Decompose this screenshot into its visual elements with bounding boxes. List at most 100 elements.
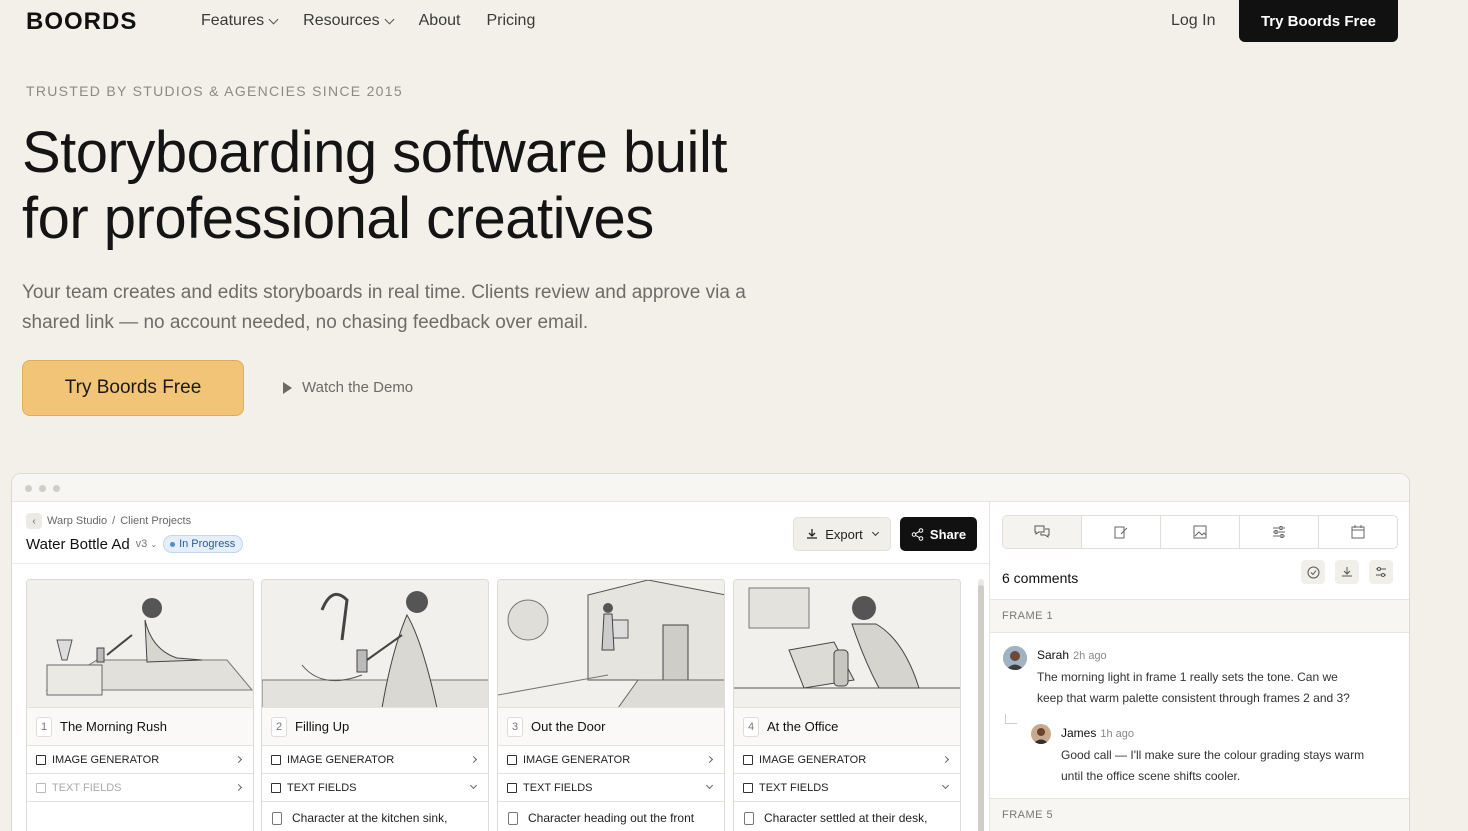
tab-schedule[interactable] [1319,516,1397,548]
frame-title-row[interactable]: 2 Filling Up [262,708,488,746]
tab-comments[interactable] [1003,516,1082,548]
frame-5-label: FRAME 5 [990,798,1409,831]
breadcrumb-studio[interactable]: Warp Studio [47,515,107,527]
comment-time: 1h ago [1100,728,1134,740]
version-selector[interactable]: v3 ⌄ [136,538,157,550]
calendar-icon [1351,525,1365,539]
frame-title-row[interactable]: 4 At the Office [734,708,960,746]
download-comments-button[interactable] [1335,560,1359,584]
chevron-right-icon [469,755,478,764]
chevron-right-icon [234,755,243,764]
chevron-right-icon [941,755,950,764]
frame-number: 3 [507,716,523,737]
hero-title-line-1: Storyboarding software built [22,120,727,185]
hero-title-line-2: for professional creatives [22,186,654,251]
nav-resources[interactable]: Resources [303,12,395,30]
breadcrumb-separator: / [112,515,116,527]
frame-note[interactable]: Character settled at their desk, [734,802,960,831]
hero-title: Storyboarding software built for profess… [22,120,842,252]
comment-tools [1301,560,1393,584]
comment-sarah[interactable]: Sarah 2h ago The morning light in frame 1… [1003,646,1403,709]
image-icon [507,754,517,765]
frame-card[interactable]: 4 At the Office IMAGE GENERATOR TEXT FIE… [733,579,961,831]
share-button[interactable]: Share [900,517,977,551]
frame-title: Out the Door [531,719,606,734]
image-icon [743,754,753,765]
image-generator-row[interactable]: IMAGE GENERATOR [27,746,253,774]
filter-icon [1376,567,1386,577]
window-dot [39,485,46,492]
app-preview-window: ‹ Warp Studio / Client Projects Water Bo… [11,473,1410,831]
status-badge[interactable]: In Progress [163,535,244,553]
comment-text-line: The morning light in frame 1 really sets… [1037,670,1338,684]
table-icon [743,782,753,793]
frame-card[interactable]: 2 Filling Up IMAGE GENERATOR TEXT FIELDS… [261,579,489,831]
download-icon [1342,567,1352,577]
hero-subtitle: Your team creates and edits storyboards … [22,282,746,333]
frame-note[interactable]: Character at the kitchen sink, [262,802,488,831]
project-header: ‹ Warp Studio / Client Projects Water Bo… [12,502,989,564]
breadcrumb-projects[interactable]: Client Projects [120,515,191,527]
resolve-button[interactable] [1301,560,1325,584]
comment-james[interactable]: James 1h ago Good call — I'll make sure t… [1031,724,1401,787]
frame-scrollbar[interactable] [978,579,984,831]
nav-features[interactable]: Features [201,12,279,30]
text-fields-row[interactable]: TEXT FIELDS [262,774,488,802]
table-icon [507,782,517,793]
nav-about[interactable]: About [419,12,461,30]
frame-sketch-image[interactable] [27,580,253,708]
frame-sketch-image[interactable] [498,580,724,708]
top-nav: BOORDS Features Resources About Pricing … [0,0,1468,42]
tab-images[interactable] [1161,516,1240,548]
login-link[interactable]: Log In [1171,12,1215,30]
text-fields-row[interactable]: TEXT FIELDS [734,774,960,802]
frame-card[interactable]: 1 The Morning Rush IMAGE GENERATOR TEXT … [26,579,254,831]
chevron-down-icon [384,14,395,24]
image-icon [1193,525,1207,539]
frame-title-row[interactable]: 1 The Morning Rush [27,708,253,746]
hero-try-free-button[interactable]: Try Boords Free [22,360,244,416]
frame-title: Filling Up [295,719,350,734]
text-fields-row[interactable]: TEXT FIELDS [27,774,253,802]
watch-demo-label: Watch the Demo [302,379,414,396]
text-fields-row[interactable]: TEXT FIELDS [498,774,724,802]
check-circle-icon [1307,566,1319,578]
play-icon [283,381,292,394]
version-label: v3 [135,538,148,550]
frame-title-row[interactable]: 3 Out the Door [498,708,724,746]
clipboard-icon [272,812,282,825]
image-generator-row[interactable]: IMAGE GENERATOR [734,746,960,774]
nav-pricing[interactable]: Pricing [486,12,535,30]
frame-sketch-image[interactable] [262,580,488,708]
row-label: TEXT FIELDS [52,781,122,794]
tab-notes[interactable] [1082,516,1161,548]
row-label: TEXT FIELDS [523,781,593,794]
clipboard-icon [744,812,754,825]
window-dot [53,485,60,492]
filter-button[interactable] [1369,560,1393,584]
comment-text-line: until the office scene shifts cooler. [1061,769,1241,783]
tab-adjustments[interactable] [1240,516,1319,548]
image-generator-row[interactable]: IMAGE GENERATOR [262,746,488,774]
chevron-down-icon: ⌄ [150,540,158,549]
chevron-down-icon [705,781,714,790]
export-button[interactable]: Export [793,517,891,551]
frame-note[interactable]: Character heading out the front [498,802,724,831]
watch-demo-button[interactable]: Watch the Demo [283,379,413,396]
image-generator-row[interactable]: IMAGE GENERATOR [498,746,724,774]
frame-title: The Morning Rush [60,719,167,734]
chevron-right-icon [705,755,714,764]
row-label: IMAGE GENERATOR [287,753,395,766]
logo[interactable]: BOORDS [26,8,137,36]
nav-pricing-label: Pricing [486,12,536,29]
frame-card[interactable]: 3 Out the Door IMAGE GENERATOR TEXT FIEL… [497,579,725,831]
nav-try-free-button[interactable]: Try Boords Free [1239,0,1398,42]
frame-sketch-image[interactable] [734,580,960,708]
back-button[interactable]: ‹ [26,513,42,529]
download-icon [807,529,818,539]
image-icon [36,754,46,765]
share-icon [911,527,924,541]
nav-links: Features Resources About Pricing [201,12,535,30]
chevron-down-icon [871,528,879,536]
scrollbar-thumb[interactable] [978,585,984,831]
